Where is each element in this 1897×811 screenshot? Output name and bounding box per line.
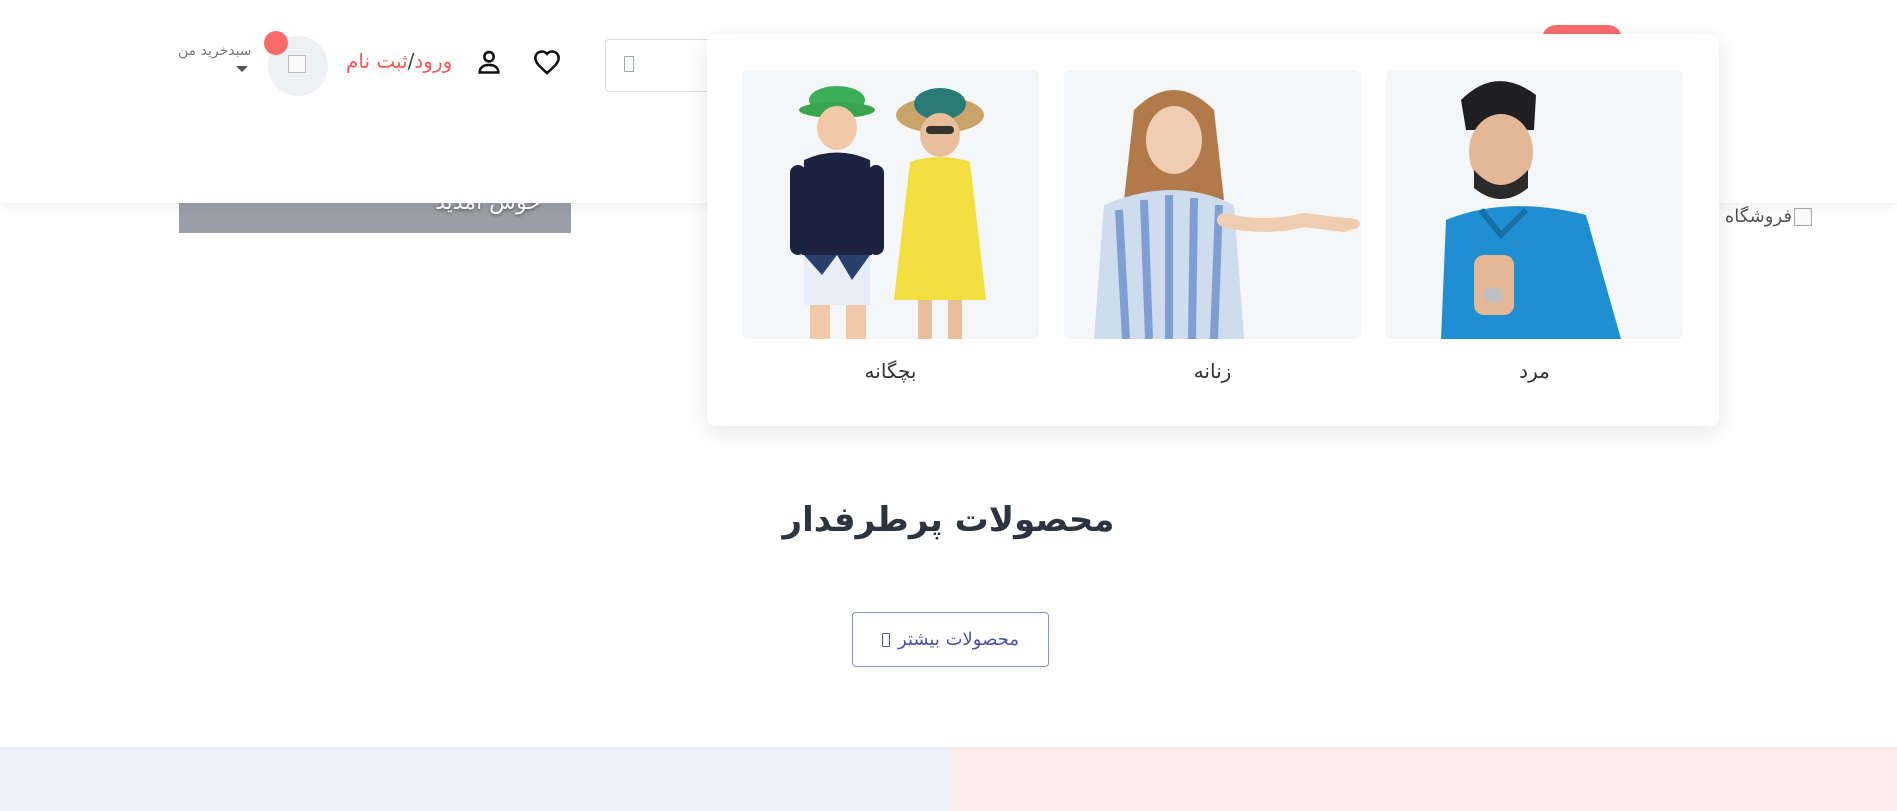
more-products-label: محصولات بیشتر [898,629,1019,650]
promo-banner-right[interactable] [950,747,1897,811]
category-kids[interactable]: بچگانه [742,70,1039,383]
broken-image-icon [1794,207,1812,226]
category-women[interactable]: زنانه [1064,70,1361,383]
popular-products-title: محصولات پرطرفدار [782,500,1115,540]
account-button[interactable] [472,45,506,79]
category-men-label[interactable]: مرد [1386,359,1683,383]
cart-image [288,55,306,73]
cart-label[interactable]: سبدخرید من [178,43,252,59]
register-link[interactable]: ثبت نام [346,49,408,73]
user-icon [478,50,500,74]
arrow-left-icon [882,632,891,647]
category-women-image[interactable] [1064,70,1361,339]
wishlist-button[interactable] [530,45,564,79]
cart-count-badge [264,31,288,55]
category-mega-menu: بچگانه زنانه مرد [707,34,1719,426]
category-kids-image[interactable] [742,70,1039,339]
heart-icon [534,50,560,75]
promo-banner-left[interactable] [0,747,950,811]
category-women-label[interactable]: زنانه [1064,359,1361,383]
page: ورود/ثبت نام سبدخرید من خوش آمدید فروشگا… [0,0,1897,811]
category-kids-label[interactable]: بچگانه [742,359,1039,383]
category-men-image[interactable] [1386,70,1683,339]
category-men[interactable]: مرد [1386,70,1683,383]
site-logo[interactable]: فروشگاه ر [1710,206,1812,227]
more-products-button[interactable]: محصولات بیشتر [852,612,1049,667]
chevron-down-icon[interactable] [236,66,248,72]
search-icon[interactable] [624,56,634,72]
logo-alt-text: فروشگاه ر [1710,206,1792,227]
auth-links: ورود/ثبت نام [346,49,452,79]
login-link[interactable]: ورود [414,49,452,73]
